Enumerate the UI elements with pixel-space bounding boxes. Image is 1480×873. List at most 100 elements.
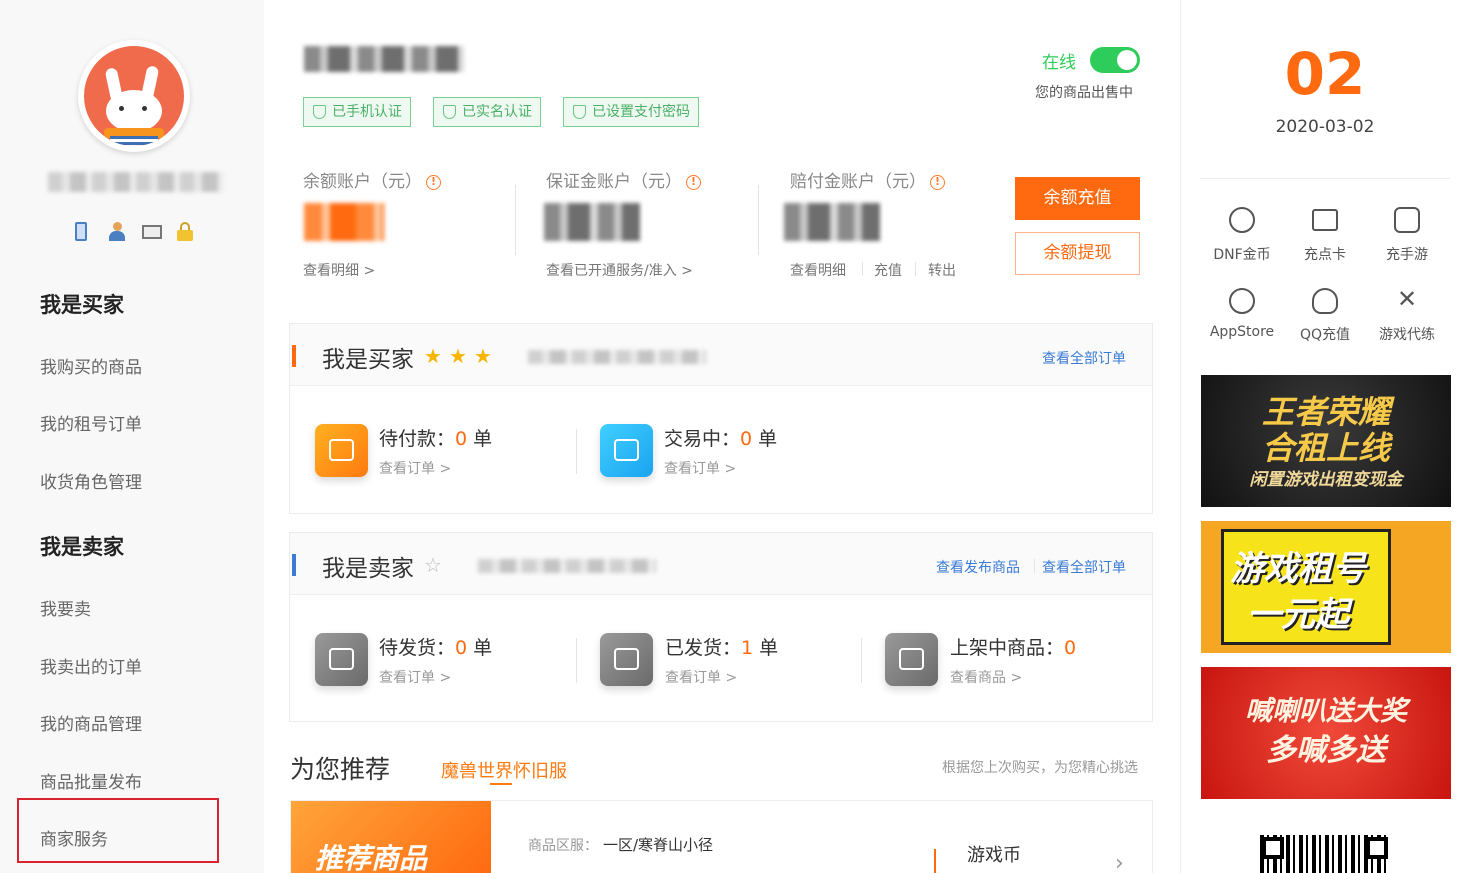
info-icon[interactable]: !	[426, 174, 441, 190]
verification-icons	[72, 222, 202, 242]
recharge-button[interactable]: 余额充值	[1015, 177, 1140, 220]
qr-code	[1260, 835, 1390, 873]
server-value: 一区/寒脊山小径	[603, 836, 714, 854]
box-icon[interactable]	[600, 424, 653, 477]
external-link-icon[interactable]	[885, 633, 938, 686]
dnf-gold-icon[interactable]	[1229, 207, 1255, 233]
calendar-day: 02	[1284, 40, 1366, 108]
nav-role-management[interactable]: 收货角色管理	[40, 468, 142, 493]
phone-icon[interactable]	[75, 222, 87, 241]
avatar[interactable]	[78, 40, 190, 152]
recommend-badge: 推荐商品	[291, 801, 491, 873]
appstore-icon[interactable]	[1229, 288, 1255, 314]
lock-icon[interactable]	[176, 222, 194, 241]
seller-name-blurred	[304, 46, 464, 72]
shield-icon	[443, 105, 456, 119]
shipped-box-icon[interactable]	[600, 633, 653, 686]
recommend-card[interactable]: 推荐商品 商品区服： 一区/寒脊山小径 游戏币 ›	[290, 800, 1153, 873]
pending-payment: 待付款：0 单	[379, 428, 493, 450]
card-icon[interactable]	[1312, 209, 1338, 231]
compensation-value-blurred	[784, 203, 880, 241]
nav-rental-orders[interactable]: 我的租号订单	[40, 410, 142, 435]
username-blurred	[48, 172, 224, 192]
buyer-level-blurred	[528, 350, 706, 364]
star-icon: ★	[449, 344, 467, 368]
online-label: 在线	[1042, 53, 1076, 73]
calendar-date: 2020-03-02	[1275, 117, 1375, 137]
banner-horn-prize[interactable]: 喊喇叭送大奖 多喊多送	[1201, 667, 1451, 799]
withdraw-button[interactable]: 余额提现	[1015, 232, 1140, 275]
in-trade-link[interactable]: 查看订单 >	[664, 458, 736, 478]
banner-honor-of-kings[interactable]: 王者荣耀 合租上线 闲置游戏出租变现金	[1201, 375, 1451, 507]
tag-phone-verified: 已手机认证	[303, 97, 411, 127]
nav-batch-publish[interactable]: 商品批量发布	[40, 768, 142, 793]
user-icon[interactable]	[108, 222, 126, 241]
buyer-panel-title: 我是买家	[322, 347, 414, 373]
quick-appstore[interactable]: AppStore	[1197, 324, 1287, 340]
shield-icon	[573, 105, 586, 119]
seller-level-blurred	[478, 559, 656, 573]
quick-qq-recharge[interactable]: QQ充值	[1280, 324, 1370, 344]
deposit-services-link[interactable]: 查看已开通服务/准入 >	[546, 260, 693, 280]
shipped: 已发货：1 单	[665, 637, 779, 659]
nav-my-purchases[interactable]: 我购买的商品	[40, 353, 142, 378]
recommend-tab[interactable]: 魔兽世界怀旧服	[441, 757, 567, 783]
buyer-view-all-orders[interactable]: 查看全部订单	[1042, 348, 1126, 368]
in-trade: 交易中：0 单	[664, 428, 778, 450]
chevron-right-icon[interactable]: ›	[1115, 851, 1124, 873]
star-icon: ☆	[424, 553, 442, 577]
wallet-icon[interactable]	[315, 424, 368, 477]
quick-dnf-gold[interactable]: DNF金币	[1197, 244, 1287, 264]
nav-merchant-service[interactable]: 商家服务	[40, 825, 108, 850]
nav-product-management[interactable]: 我的商品管理	[40, 710, 142, 735]
quick-point-card[interactable]: 充点卡	[1280, 244, 1370, 264]
seller-panel: 我是卖家 ☆ 查看发布商品 查看全部订单 待发货：0 单 查看订单 > 已发货：…	[289, 532, 1153, 722]
info-icon[interactable]: !	[686, 174, 701, 190]
view-published-products[interactable]: 查看发布商品	[936, 557, 1020, 577]
listed-products-link[interactable]: 查看商品 >	[950, 667, 1022, 687]
deposit-value-blurred	[544, 203, 640, 241]
deposit-account: 保证金账户（元）!	[546, 167, 701, 192]
recommend-tab-underline	[490, 783, 512, 785]
banner-game-rental[interactable]: 游戏租号 一元起	[1201, 521, 1451, 653]
compensation-recharge-link[interactable]: 充值	[874, 260, 902, 280]
quick-mobile-game[interactable]: 充手游	[1362, 244, 1452, 264]
compensation-details-link[interactable]: 查看明细	[790, 260, 846, 280]
server-label: 商品区服：	[528, 838, 598, 854]
star-icon: ★	[474, 344, 492, 368]
buyer-panel: 我是买家 ★ ★ ★ 查看全部订单 待付款：0 单 查看订单 > 交易中：0 单…	[289, 323, 1153, 514]
recommend-hint: 根据您上次购买，为您精心挑选	[942, 760, 1138, 776]
nav-sell[interactable]: 我要卖	[40, 595, 91, 620]
mail-icon[interactable]	[142, 225, 162, 239]
swords-icon[interactable]: ✕	[1394, 286, 1420, 312]
pending-ship: 待发货：0 单	[379, 637, 493, 659]
balance-account: 余额账户（元）!	[303, 167, 441, 192]
balance-value-blurred	[304, 203, 384, 241]
star-icon: ★	[424, 344, 442, 368]
recommend-title: 为您推荐	[290, 755, 391, 784]
tag-realname-verified: 已实名认证	[433, 97, 541, 127]
buyer-heading: 我是买家	[40, 293, 124, 317]
sidebar: 我是买家 我购买的商品 我的租号订单 收货角色管理 我是卖家 我要卖 我卖出的订…	[0, 0, 264, 873]
compensation-account: 赔付金账户（元）!	[790, 167, 945, 192]
quick-game-boosting[interactable]: 游戏代练	[1362, 324, 1452, 344]
tag-paypwd-set: 已设置支付密码	[563, 97, 699, 127]
nav-sold-orders[interactable]: 我卖出的订单	[40, 653, 142, 678]
info-icon[interactable]: !	[930, 174, 945, 190]
seller-view-all-orders[interactable]: 查看全部订单	[1042, 557, 1126, 577]
pending-payment-link[interactable]: 查看订单 >	[379, 458, 451, 478]
listed-products: 上架中商品：0	[950, 637, 1077, 659]
product-type: 游戏币	[967, 845, 1021, 866]
pending-ship-link[interactable]: 查看订单 >	[379, 667, 451, 687]
mobile-game-icon[interactable]	[1394, 207, 1420, 233]
status-desc: 您的商品出售中	[1035, 85, 1133, 101]
qq-icon[interactable]	[1312, 288, 1338, 314]
seller-panel-title: 我是卖家	[322, 556, 414, 582]
shipped-link[interactable]: 查看订单 >	[665, 667, 737, 687]
seller-heading: 我是卖家	[40, 535, 124, 559]
online-toggle[interactable]	[1090, 47, 1140, 73]
package-icon[interactable]	[315, 633, 368, 686]
shield-icon	[313, 105, 326, 119]
compensation-withdraw-link[interactable]: 转出	[928, 260, 956, 280]
balance-details-link[interactable]: 查看明细 >	[303, 260, 375, 280]
